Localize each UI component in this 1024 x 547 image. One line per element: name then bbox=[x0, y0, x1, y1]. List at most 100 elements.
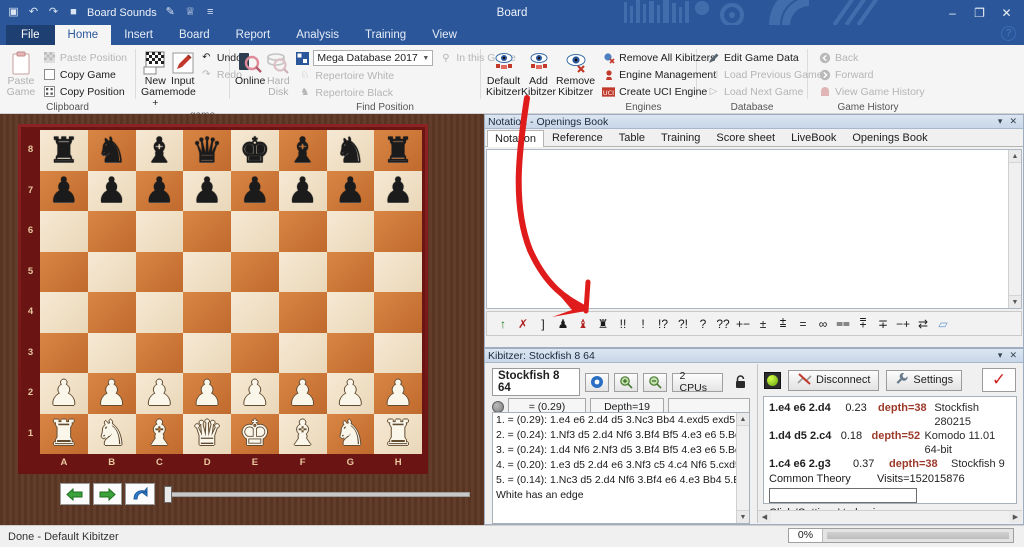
board-square-e8[interactable]: ♚ bbox=[231, 130, 279, 171]
lock-icon[interactable] bbox=[728, 373, 752, 392]
board-square-h3[interactable] bbox=[374, 332, 422, 373]
trophy-icon[interactable]: ♕ bbox=[184, 6, 197, 19]
board-square-e5[interactable] bbox=[231, 251, 279, 292]
excl-question-symbol[interactable]: !? bbox=[653, 312, 673, 335]
board-square-g1[interactable]: ♞ bbox=[326, 413, 375, 454]
board-square-e2[interactable]: ♟ bbox=[231, 373, 279, 414]
panel-dropdown-icon[interactable]: ▾ bbox=[998, 350, 1003, 361]
board-square-d4[interactable] bbox=[183, 292, 231, 333]
close-button[interactable]: ✕ bbox=[993, 0, 1020, 25]
board-square-b4[interactable] bbox=[87, 292, 136, 333]
excl-symbol[interactable]: ! bbox=[633, 312, 653, 335]
board-square-c4[interactable] bbox=[135, 292, 184, 333]
unclear-symbol[interactable]: ∞ bbox=[813, 312, 833, 335]
board-square-h7[interactable]: ♟ bbox=[374, 170, 422, 211]
piece-B[interactable]: ♝ bbox=[144, 416, 175, 451]
compensation-symbol[interactable]: ⩵ bbox=[833, 312, 853, 335]
board-square-b3[interactable] bbox=[87, 332, 136, 373]
cpus-button[interactable]: 2 CPUs bbox=[671, 370, 724, 394]
livebook-horizontal-scrollbar[interactable]: ◀ ▶ bbox=[758, 510, 1022, 523]
cross-symbol[interactable]: ✗ bbox=[513, 312, 533, 335]
board-square-d3[interactable] bbox=[183, 332, 231, 373]
game-slider[interactable] bbox=[163, 483, 470, 505]
pen-icon[interactable]: ✎ bbox=[164, 6, 177, 19]
ribbon-tab-strip[interactable]: File Home Insert Board Report Analysis T… bbox=[0, 25, 1024, 45]
board-square-g3[interactable] bbox=[326, 332, 375, 373]
paste-position-button[interactable]: Paste Position bbox=[40, 50, 130, 65]
board-square-c3[interactable] bbox=[135, 332, 184, 373]
tab-training[interactable]: Training bbox=[653, 129, 708, 146]
board-square-e4[interactable] bbox=[231, 292, 279, 333]
black-decisive-symbol[interactable]: −+ bbox=[893, 312, 913, 335]
panel-close-icon[interactable]: ✕ bbox=[1009, 350, 1017, 361]
scroll-left-icon[interactable]: ◀ bbox=[758, 511, 771, 523]
tab-livebook[interactable]: LiveBook bbox=[783, 129, 844, 146]
customize-qat-icon[interactable]: ≡ bbox=[204, 6, 217, 19]
piece-P[interactable]: ♟ bbox=[96, 376, 127, 411]
help-icon[interactable]: ? bbox=[1001, 26, 1016, 41]
board-square-b8[interactable]: ♞ bbox=[87, 130, 136, 171]
board-square-a5[interactable] bbox=[40, 251, 88, 292]
save-icon[interactable]: ▣ bbox=[7, 6, 20, 19]
board-square-b2[interactable]: ♟ bbox=[87, 373, 136, 414]
board-square-a6[interactable] bbox=[40, 211, 88, 252]
forward-button[interactable]: Forward bbox=[815, 67, 928, 82]
board-square-c1[interactable]: ♝ bbox=[135, 413, 184, 454]
piece-P[interactable]: ♟ bbox=[382, 376, 413, 411]
board-square-f4[interactable] bbox=[278, 292, 327, 333]
pieces-symbol[interactable]: ♜ bbox=[593, 312, 613, 335]
kibitzer-toolbar[interactable]: Stockfish 8 64 2 CPUs bbox=[486, 364, 756, 398]
livebook-input[interactable] bbox=[769, 488, 917, 503]
piece-b[interactable]: ♝ bbox=[287, 133, 318, 168]
black-piece-symbol[interactable]: ♟ bbox=[553, 312, 573, 335]
hard-disk-button[interactable]: Hard Disk bbox=[265, 48, 291, 98]
board-square-d8[interactable]: ♛ bbox=[183, 130, 231, 171]
board-square-f8[interactable]: ♝ bbox=[278, 130, 327, 171]
white-clear-symbol[interactable]: ± bbox=[753, 312, 773, 335]
board-square-d7[interactable]: ♟ bbox=[183, 170, 231, 211]
redo-icon[interactable]: ↷ bbox=[47, 6, 60, 19]
board-square-h6[interactable] bbox=[374, 211, 422, 252]
checkmark-icon[interactable]: ✓ bbox=[982, 368, 1016, 392]
tab-reference[interactable]: Reference bbox=[544, 129, 611, 146]
slider-thumb[interactable] bbox=[163, 485, 172, 503]
add-kibitzer-button[interactable]: Add Kibitzer bbox=[521, 48, 556, 98]
board-square-b1[interactable]: ♞ bbox=[87, 413, 136, 454]
board-square-g8[interactable]: ♞ bbox=[326, 130, 375, 171]
piece-p[interactable]: ♟ bbox=[144, 173, 175, 208]
notation-vertical-scrollbar[interactable]: ▲ ▼ bbox=[1008, 150, 1021, 308]
board-square-e1[interactable]: ♚ bbox=[231, 413, 279, 454]
database-combo[interactable]: Mega Database 2017 ▼ bbox=[313, 50, 434, 66]
piece-r[interactable]: ♜ bbox=[382, 133, 413, 168]
piece-p[interactable]: ♟ bbox=[191, 173, 222, 208]
scroll-down-icon[interactable]: ▼ bbox=[1009, 295, 1021, 308]
board-square-f2[interactable]: ♟ bbox=[278, 373, 327, 414]
online-button[interactable]: Online bbox=[235, 48, 265, 87]
slider-track[interactable] bbox=[163, 491, 470, 497]
scroll-up-icon[interactable]: ▲ bbox=[737, 413, 749, 426]
board-square-a2[interactable]: ♟ bbox=[40, 373, 88, 414]
board-square-f1[interactable]: ♝ bbox=[278, 413, 327, 454]
red-piece-symbol[interactable]: ♝ bbox=[573, 312, 593, 335]
piece-R[interactable]: ♜ bbox=[48, 416, 79, 451]
maximize-button[interactable]: ❐ bbox=[966, 0, 993, 25]
piece-B[interactable]: ♝ bbox=[287, 416, 318, 451]
board-square-h2[interactable]: ♟ bbox=[374, 373, 422, 414]
undo-icon[interactable]: ↶ bbox=[27, 6, 40, 19]
board-sounds-label[interactable]: Board Sounds bbox=[87, 7, 157, 19]
settings-button[interactable]: Settings bbox=[886, 369, 963, 391]
board-square-e6[interactable] bbox=[231, 211, 279, 252]
board-square-c2[interactable]: ♟ bbox=[135, 373, 184, 414]
chevron-down-icon[interactable]: ▼ bbox=[422, 55, 429, 62]
board-square-d1[interactable]: ♛ bbox=[183, 413, 231, 454]
tab-analysis[interactable]: Analysis bbox=[283, 25, 352, 45]
board-navigation[interactable] bbox=[60, 480, 470, 508]
paste-game-button[interactable]: Paste Game bbox=[5, 48, 37, 98]
notation-tab-strip[interactable]: Notation Reference Table Training Score … bbox=[485, 129, 1023, 147]
double-question-symbol[interactable]: ?? bbox=[713, 312, 733, 335]
board-square-h8[interactable]: ♜ bbox=[374, 130, 422, 171]
white-slight-symbol[interactable]: ⩲ bbox=[773, 312, 793, 335]
white-decisive-symbol[interactable]: +− bbox=[733, 312, 753, 335]
equal-symbol[interactable]: = bbox=[793, 312, 813, 335]
flip-board-button[interactable] bbox=[125, 483, 155, 505]
